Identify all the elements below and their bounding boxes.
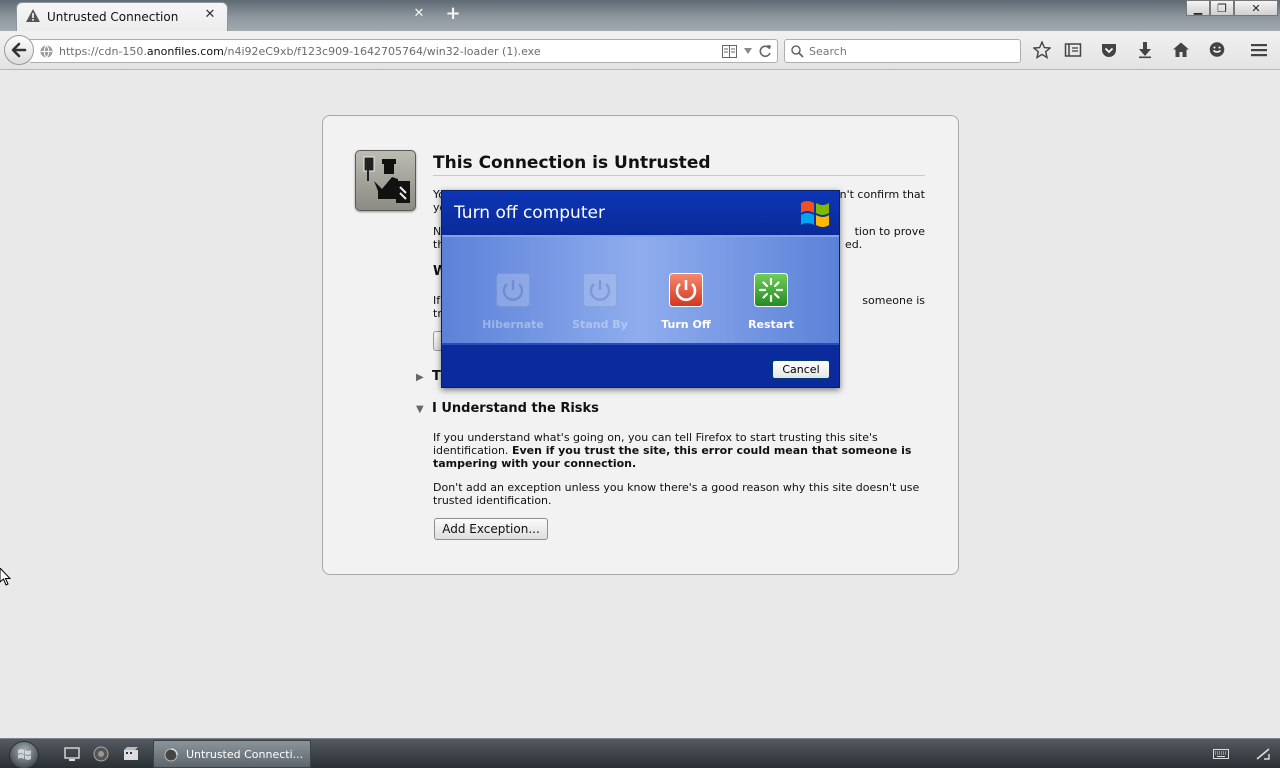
tab-close-icon[interactable]: ✕	[203, 8, 217, 22]
turn-off-computer-dialog: Turn off computer Hibernate Stand By Tur…	[441, 190, 840, 388]
risks-paragraph-2: Don't add an exception unless you know t…	[433, 481, 920, 507]
taskbar: Untrusted Connecti...	[0, 738, 1280, 768]
downloads-icon[interactable]	[1136, 41, 1154, 59]
new-tab-button[interactable]: +	[444, 5, 462, 23]
restart-icon	[754, 273, 788, 307]
url-bar[interactable]: https://cdn-150.anonfiles.com/n4i92eC9xb…	[30, 39, 778, 63]
windows-start-icon	[18, 749, 31, 760]
tab-close-icon[interactable]: ✕	[412, 7, 426, 21]
power-icon	[669, 273, 703, 307]
search-bar[interactable]	[784, 39, 1021, 63]
taskbar-browser-window[interactable]: Untrusted Connecti...	[153, 740, 311, 768]
windows-logo-icon	[801, 201, 829, 227]
page-title: This Connection is Untrusted	[433, 153, 711, 173]
url-text[interactable]: https://cdn-150.anonfiles.com/n4i92eC9xb…	[59, 45, 541, 58]
section-understand-risks[interactable]: ▼ I Understand the Risks	[416, 401, 599, 416]
collapse-arrow-icon: ▼	[416, 404, 424, 415]
tab-title: Untrusted Connection	[47, 10, 179, 24]
section-technical-details[interactable]: ▶ T	[416, 369, 441, 384]
add-exception-button[interactable]: Add Exception...	[434, 518, 548, 540]
browser-app-icon	[164, 748, 178, 762]
home-icon[interactable]	[1172, 41, 1190, 59]
option-label: Turn Off	[661, 318, 711, 331]
warning-icon	[26, 9, 40, 22]
cancel-button[interactable]: Cancel	[772, 360, 830, 379]
power-icon	[583, 273, 617, 307]
tab-background[interactable]: ✕	[228, 2, 436, 31]
reload-icon[interactable]	[758, 44, 772, 59]
risks-paragraph-1: If you understand what's going on, you c…	[433, 431, 912, 470]
dialog-title: Turn off computer	[454, 203, 605, 223]
keyboard-icon[interactable]	[1213, 748, 1229, 760]
window-close-button[interactable]: ✕	[1234, 0, 1278, 16]
browser-quicklaunch-icon[interactable]	[92, 745, 110, 763]
tab-untrusted-connection[interactable]: Untrusted Connection ✕	[16, 2, 228, 31]
hello-chat-icon[interactable]	[1208, 41, 1226, 59]
show-desktop-icon[interactable]	[63, 745, 81, 763]
tab-strip: Untrusted Connection ✕ ✕ + ▁ ❐ ✕	[0, 0, 1280, 31]
action-center-icon[interactable]	[1255, 748, 1271, 760]
title-divider	[433, 175, 925, 176]
start-button[interactable]	[9, 741, 39, 768]
window-minimize-button[interactable]: ▁	[1186, 0, 1210, 16]
globe-icon	[40, 45, 53, 58]
power-icon	[496, 273, 530, 307]
option-label: Restart	[748, 318, 794, 331]
restart-option[interactable]: Restart	[726, 273, 816, 331]
option-label: Hibernate	[482, 318, 544, 331]
turn-off-option[interactable]: Turn Off	[641, 273, 731, 331]
back-button[interactable]	[4, 35, 34, 65]
taskbar-window-label: Untrusted Connecti...	[186, 748, 304, 761]
search-input[interactable]	[809, 43, 1009, 60]
option-label: Stand By	[572, 318, 628, 331]
window-restore-button[interactable]: ❐	[1210, 0, 1234, 16]
media-player-icon[interactable]	[122, 745, 140, 763]
url-history-dropdown-icon[interactable]	[743, 46, 753, 56]
dialog-header: Turn off computer	[442, 191, 839, 235]
border-officer-icon	[355, 150, 416, 211]
hamburger-menu-icon[interactable]	[1250, 41, 1268, 59]
back-arrow-icon	[11, 42, 27, 58]
search-icon	[791, 45, 804, 58]
bookmark-star-icon[interactable]	[1033, 41, 1051, 59]
hibernate-option: Hibernate	[468, 273, 558, 331]
pocket-icon[interactable]	[1100, 41, 1118, 59]
expand-arrow-icon: ▶	[416, 372, 424, 383]
navigation-toolbar: https://cdn-150.anonfiles.com/n4i92eC9xb…	[0, 31, 1280, 70]
stand-by-option: Stand By	[555, 273, 645, 331]
bookmarks-menu-icon[interactable]	[1064, 41, 1082, 59]
dialog-options-panel: Hibernate Stand By Turn Off Restart	[442, 235, 839, 345]
reader-view-icon[interactable]	[722, 45, 737, 58]
mouse-cursor-icon	[0, 568, 12, 586]
